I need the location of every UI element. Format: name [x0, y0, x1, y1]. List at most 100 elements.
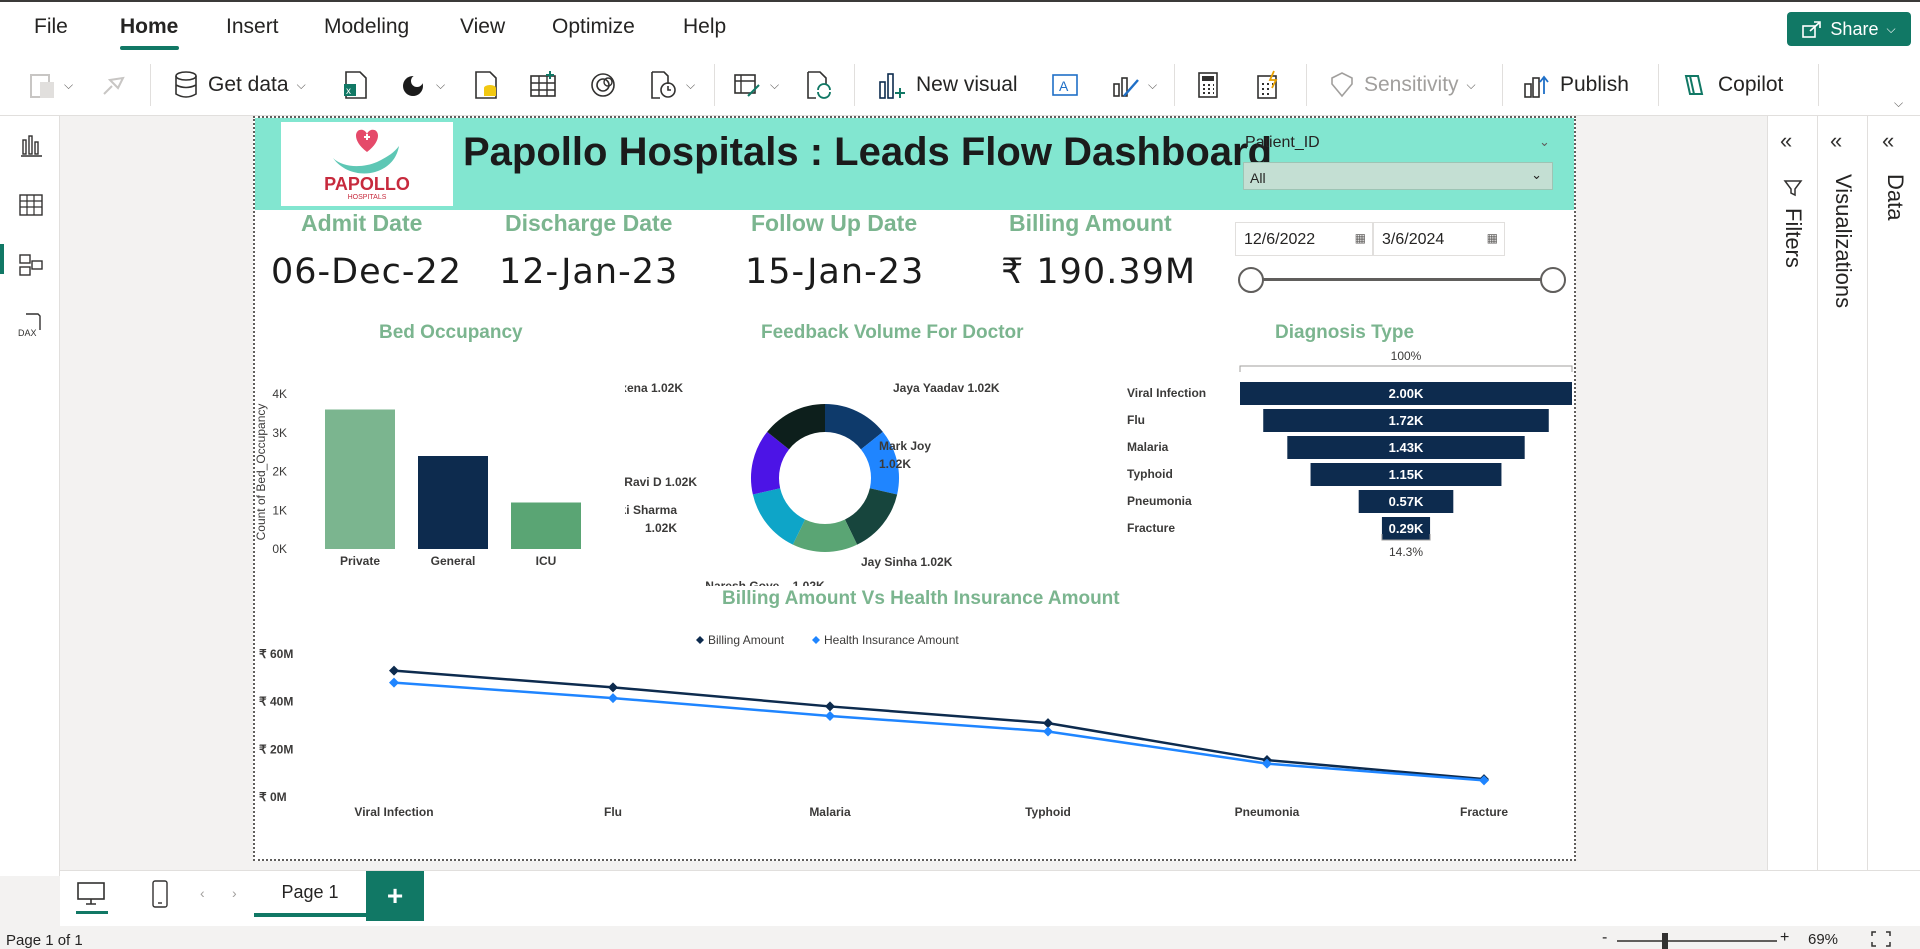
quick-measure-button[interactable]	[1254, 68, 1282, 102]
menu-optimize[interactable]: Optimize	[552, 15, 635, 39]
bed-occupancy-title: Bed Occupancy	[379, 322, 523, 343]
visualizations-pane-label: Visualizations	[1831, 174, 1856, 309]
slice-label: Jay Sinha 1.02K	[861, 555, 953, 569]
get-data-button[interactable]: Get data ⌵	[172, 68, 306, 102]
date-end-input[interactable]: 3/6/2024 ▦	[1373, 222, 1505, 256]
calendar-icon[interactable]: ▦	[1355, 231, 1366, 245]
zoom-out-button[interactable]: -	[1602, 929, 1607, 947]
scroll-left-icon[interactable]: ‹	[200, 885, 205, 901]
ribbon-collapse-icon[interactable]: ⌵	[1894, 96, 1903, 111]
calendar-icon[interactable]: ▦	[1487, 231, 1498, 245]
chevron-down-icon[interactable]: ⌵	[686, 78, 695, 93]
menu-file[interactable]: File	[34, 15, 68, 39]
sql-server-icon	[475, 71, 497, 99]
zoom-in-button[interactable]: +	[1780, 929, 1789, 947]
fit-to-page-icon[interactable]	[1870, 930, 1892, 948]
paste-button[interactable]: ⌵	[28, 68, 73, 102]
transform-data-button[interactable]: ⌵	[732, 68, 779, 102]
chevron-down-icon[interactable]: ⌵	[1886, 22, 1895, 37]
chevron-down-icon[interactable]: ⌵	[297, 78, 306, 93]
chevron-down-icon[interactable]: ⌵	[436, 78, 445, 93]
chevron-down-icon[interactable]: ⌵	[64, 78, 73, 93]
refresh-button[interactable]	[804, 68, 834, 102]
new-measure-button[interactable]	[1194, 68, 1222, 102]
zoom-slider-handle[interactable]	[1662, 933, 1668, 949]
y-tick-label: ₹ 60M	[259, 647, 293, 661]
text-box-button[interactable]: A	[1050, 68, 1080, 102]
x-tick-label: ICU	[536, 554, 557, 568]
mobile-layout-icon[interactable]	[150, 879, 170, 909]
menu-view[interactable]: View	[460, 15, 505, 39]
model-view-icon[interactable]	[18, 252, 44, 278]
chevron-down-icon[interactable]: ⌄	[1531, 167, 1542, 183]
chevron-down-icon[interactable]: ⌵	[1467, 78, 1476, 93]
onelake-button[interactable]: ⌵	[400, 68, 445, 102]
x-tick-label: Fracture	[1460, 805, 1508, 819]
sensitivity-label: Sensitivity	[1364, 73, 1459, 96]
legend-marker	[812, 636, 820, 644]
patient-slicer-value: All	[1250, 170, 1266, 186]
share-button[interactable]: Share ⌵	[1787, 12, 1911, 46]
funnel-data-label: 0.29K	[1389, 521, 1424, 536]
filters-pane[interactable]: « Filters	[1767, 116, 1817, 870]
format-painter-button[interactable]	[100, 68, 126, 102]
date-range-handle-start[interactable]	[1238, 267, 1264, 293]
kpi-value-admit: 06-Dec-22	[271, 252, 463, 292]
sql-button[interactable]	[472, 68, 500, 102]
page-tab-1[interactable]: Page 1	[254, 871, 366, 917]
kpi-label-admit: Admit Date	[301, 210, 423, 236]
recent-sources-button[interactable]: ⌵	[648, 68, 695, 102]
expand-data-icon[interactable]: «	[1882, 128, 1894, 154]
publish-button[interactable]: Publish	[1522, 68, 1629, 102]
expand-filters-icon[interactable]: «	[1780, 128, 1792, 154]
y-tick-label: 2K	[272, 465, 287, 479]
menu-home[interactable]: Home	[120, 15, 178, 39]
report-view-icon[interactable]	[18, 132, 44, 158]
copilot-icon	[1684, 75, 1704, 95]
date-range-handle-end[interactable]	[1540, 267, 1566, 293]
excel-icon: x	[344, 71, 367, 99]
funnel-category-label: Malaria	[1127, 440, 1169, 454]
desktop-layout-icon[interactable]	[76, 881, 106, 907]
dataverse-icon	[591, 73, 615, 97]
excel-button[interactable]: x	[342, 68, 370, 102]
funnel-bottom-label: 14.3%	[1389, 545, 1423, 559]
menu-insert[interactable]: Insert	[226, 15, 279, 39]
new-visual-icon	[879, 73, 905, 99]
y-tick-label: 3K	[272, 426, 287, 440]
new-visual-label: New visual	[916, 73, 1018, 96]
publish-label: Publish	[1560, 73, 1629, 96]
menu-modeling[interactable]: Modeling	[324, 15, 409, 39]
chevron-down-icon[interactable]: ⌵	[1148, 78, 1157, 93]
enter-data-button[interactable]	[528, 68, 558, 102]
more-visuals-button[interactable]: ⌵	[1110, 68, 1157, 102]
y-tick-label: 0K	[272, 542, 287, 556]
data-point	[825, 701, 835, 712]
expand-visualizations-icon[interactable]: «	[1830, 128, 1842, 154]
funnel-data-label: 1.72K	[1389, 413, 1424, 428]
menu-help[interactable]: Help	[683, 15, 726, 39]
kpi-value-discharge: 12-Jan-23	[499, 252, 679, 292]
copilot-button[interactable]: Copilot	[1680, 68, 1783, 102]
slice-label: Jaya Yaadav 1.02K	[893, 381, 1000, 395]
chevron-down-icon[interactable]: ⌵	[770, 78, 779, 93]
publish-icon	[1524, 75, 1549, 98]
patient-slicer-dropdown[interactable]: All ⌄	[1243, 162, 1553, 190]
add-page-button[interactable]: +	[366, 871, 424, 921]
data-pane[interactable]: « Data	[1867, 116, 1920, 870]
dax-query-view-icon[interactable]: DAX	[18, 312, 44, 338]
slicer-collapse-icon[interactable]: ⌄	[1539, 134, 1550, 150]
date-start-input[interactable]: 12/6/2022 ▦	[1235, 222, 1373, 256]
new-visual-button[interactable]: New visual	[876, 68, 1018, 102]
scroll-right-icon[interactable]: ›	[232, 885, 237, 901]
divider	[150, 64, 151, 106]
sensitivity-button[interactable]: Sensitivity ⌵	[1328, 68, 1476, 102]
table-view-icon[interactable]	[18, 192, 44, 218]
y-tick-label: 4K	[272, 387, 287, 401]
bar-general	[418, 456, 488, 549]
copilot-label: Copilot	[1718, 73, 1784, 96]
visualizations-pane[interactable]: « Visualizations	[1817, 116, 1867, 870]
dataverse-button[interactable]	[588, 68, 618, 102]
slice-label: Niki Sharma	[625, 503, 677, 517]
data-point	[608, 682, 618, 693]
